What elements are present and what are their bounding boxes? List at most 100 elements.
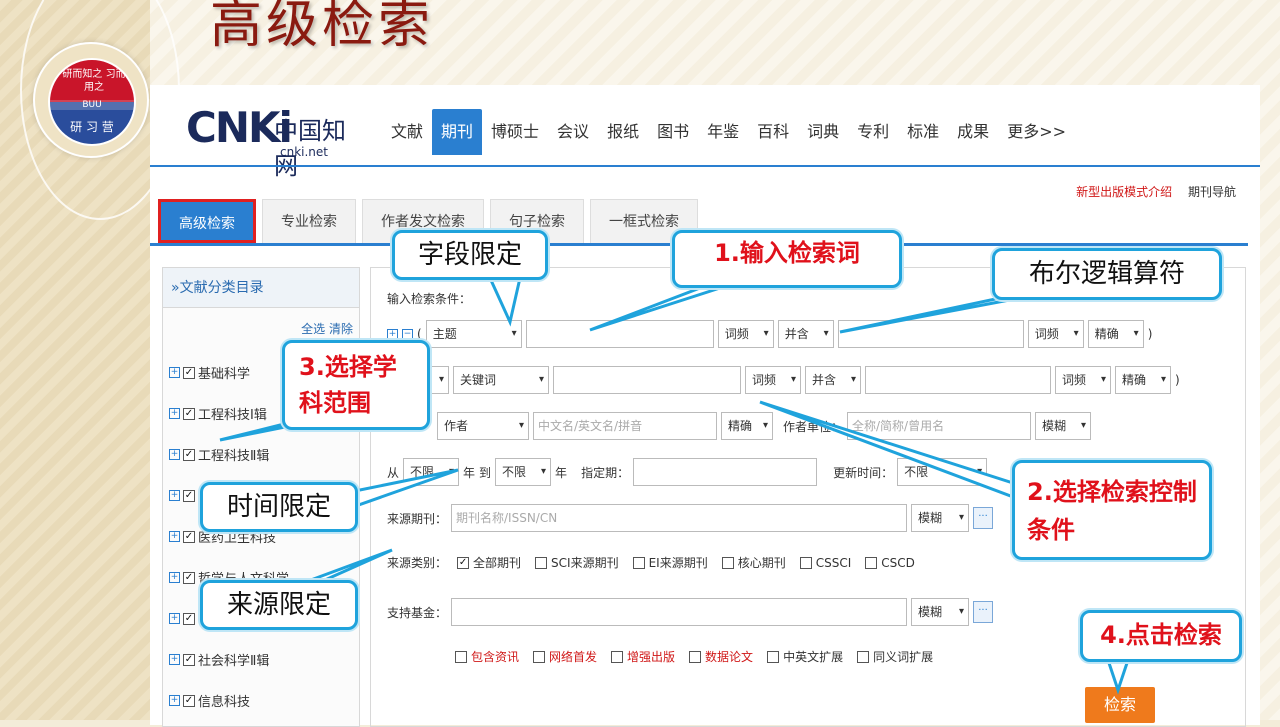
checkbox-synonym-extend[interactable]: 同义词扩展 xyxy=(857,648,933,665)
checkbox-checked[interactable]: ✓ xyxy=(183,530,195,543)
author-field-select[interactable]: 作者 xyxy=(437,412,529,440)
checkbox-unchecked[interactable] xyxy=(533,650,546,663)
expand-icon[interactable]: + xyxy=(169,695,180,706)
list-item[interactable]: + ✓ 基础科学 xyxy=(169,352,289,393)
freq-select-2a[interactable]: 词频 xyxy=(745,366,801,394)
nav-item-baozhi[interactable]: 报纸 xyxy=(598,109,648,155)
checkbox-checked[interactable]: ✓ xyxy=(183,407,195,420)
expand-icon[interactable]: + xyxy=(169,531,180,542)
term-input-2a[interactable] xyxy=(553,366,741,394)
list-item[interactable]: + ✓ 工程科技Ⅱ辑 xyxy=(169,434,289,475)
more-options-icon[interactable]: ··· xyxy=(973,507,994,529)
checkbox-core[interactable]: 核心期刊 xyxy=(721,554,786,571)
author-input[interactable]: 中文名/英文名/拼音 xyxy=(533,412,717,440)
link-new-publishing[interactable]: 新型出版模式介绍 xyxy=(1076,185,1172,199)
source-match-select[interactable]: 模糊 xyxy=(911,504,970,532)
checkbox-unchecked[interactable] xyxy=(689,650,702,663)
checkbox-unchecked[interactable] xyxy=(721,556,734,569)
tab-professional-search[interactable]: 专业检索 xyxy=(262,199,356,243)
clear-link[interactable]: 清除 xyxy=(329,322,353,336)
nav-item-wenxian[interactable]: 文献 xyxy=(382,109,432,155)
checkbox-checked[interactable]: ✓ xyxy=(183,612,195,625)
checkbox-unchecked[interactable] xyxy=(632,556,645,569)
checkbox-unchecked[interactable] xyxy=(857,650,870,663)
field-select-1[interactable]: 主题 xyxy=(425,320,522,348)
link-journal-nav[interactable]: 期刊导航 xyxy=(1188,185,1236,199)
author-match-select[interactable]: 精确 xyxy=(721,412,773,440)
match-select-1[interactable]: 精确 xyxy=(1087,320,1144,348)
term-input-2b[interactable] xyxy=(865,366,1051,394)
nav-item-qikan[interactable]: 期刊 xyxy=(432,109,483,155)
specify-period-input[interactable] xyxy=(633,458,818,486)
checkbox-sci[interactable]: SCI来源期刊 xyxy=(535,554,619,571)
nav-item-cidian[interactable]: 词典 xyxy=(798,109,848,155)
term-input-1b[interactable] xyxy=(837,320,1024,348)
checkbox-cssci[interactable]: CSSCI xyxy=(799,556,851,570)
checkbox-cscd[interactable]: CSCD xyxy=(865,556,915,570)
checkbox-checked[interactable]: ✓ xyxy=(183,448,195,461)
search-button[interactable]: 检索 xyxy=(1085,687,1155,723)
nav-item-chengguo[interactable]: 成果 xyxy=(948,109,998,155)
category-label: 信息科技 xyxy=(198,695,251,710)
unit-input[interactable]: 全称/简称/曾用名 xyxy=(847,412,1032,440)
nav-item-zhuanli[interactable]: 专利 xyxy=(848,109,898,155)
op-select-2[interactable]: 并含 xyxy=(805,366,861,394)
nav-item-biaozhun[interactable]: 标准 xyxy=(898,109,948,155)
nav-item-nianjian[interactable]: 年鉴 xyxy=(698,109,748,155)
add-row-icon[interactable]: + xyxy=(387,328,398,340)
checkbox-news[interactable]: 包含资讯 xyxy=(455,648,519,665)
freq-select-1a[interactable]: 词频 xyxy=(717,320,774,348)
field-select-2[interactable]: 关键词 xyxy=(453,366,549,394)
nav-item-baike[interactable]: 百科 xyxy=(748,109,798,155)
expand-icon[interactable]: + xyxy=(169,408,180,419)
expand-icon[interactable]: + xyxy=(169,367,180,378)
cnki-logo[interactable]: CNKi 中国知网 cnki.net xyxy=(168,97,368,180)
fund-input[interactable] xyxy=(451,598,908,626)
checkbox-unchecked[interactable] xyxy=(611,650,624,663)
update-select[interactable]: 不限 xyxy=(897,458,988,486)
checkbox-unchecked[interactable] xyxy=(799,556,812,569)
checkbox-checked[interactable]: ✓ xyxy=(183,694,195,707)
list-item[interactable]: + ✓ 社会科学Ⅱ辑 xyxy=(169,639,289,680)
unit-match-select[interactable]: 模糊 xyxy=(1035,412,1092,440)
checkbox-data-paper[interactable]: 数据论文 xyxy=(689,648,753,665)
checkbox-checked[interactable]: ✓ xyxy=(183,571,195,584)
freq-select-2b[interactable]: 词频 xyxy=(1055,366,1111,394)
expand-icon[interactable]: + xyxy=(169,572,180,583)
checkbox-cn-en-extend[interactable]: 中英文扩展 xyxy=(767,648,843,665)
nav-item-boshuoshi[interactable]: 博硕士 xyxy=(482,109,548,155)
tab-advanced-search[interactable]: 高级检索 xyxy=(158,199,256,243)
nav-item-huiyi[interactable]: 会议 xyxy=(548,109,598,155)
expand-icon[interactable]: + xyxy=(169,613,180,624)
term-input-1a[interactable] xyxy=(525,320,714,348)
list-item[interactable]: + ✓ 工程科技Ⅰ辑 xyxy=(169,393,289,434)
checkbox-unchecked[interactable] xyxy=(455,650,467,663)
checkbox-unchecked[interactable] xyxy=(767,650,780,663)
nav-item-more[interactable]: 更多>> xyxy=(998,109,1075,155)
checkbox-checked[interactable]: ✓ xyxy=(457,556,470,569)
op-select-1[interactable]: 并含 xyxy=(777,320,834,348)
expand-icon[interactable]: + xyxy=(169,654,180,665)
remove-row-icon[interactable]: − xyxy=(402,328,413,340)
checkbox-unchecked[interactable] xyxy=(865,556,878,569)
list-item[interactable]: + ✓ 信息科技 xyxy=(169,680,289,721)
to-year-select[interactable]: 不限 xyxy=(495,458,552,486)
select-all-link[interactable]: 全选 xyxy=(301,322,325,336)
more-options-icon[interactable]: ··· xyxy=(973,601,994,623)
checkbox-checked[interactable]: ✓ xyxy=(183,653,195,666)
source-journal-input[interactable]: 期刊名称/ISSN/CN xyxy=(451,504,908,532)
fund-match-select[interactable]: 模糊 xyxy=(911,598,970,626)
checkbox-checked[interactable]: ✓ xyxy=(183,489,195,502)
checkbox-enhanced[interactable]: 增强出版 xyxy=(611,648,675,665)
checkbox-online-first[interactable]: 网络首发 xyxy=(533,648,597,665)
checkbox-unchecked[interactable] xyxy=(535,556,548,569)
checkbox-checked[interactable]: ✓ xyxy=(183,366,195,379)
freq-select-1b[interactable]: 词频 xyxy=(1027,320,1084,348)
expand-icon[interactable]: + xyxy=(169,490,180,501)
checkbox-ei[interactable]: EI来源期刊 xyxy=(632,554,708,571)
match-select-2[interactable]: 精确 xyxy=(1115,366,1171,394)
checkbox-all-journals[interactable]: ✓ 全部期刊 xyxy=(457,554,521,571)
expand-icon[interactable]: + xyxy=(169,449,180,460)
from-year-select[interactable]: 不限 xyxy=(403,458,460,486)
nav-item-tushu[interactable]: 图书 xyxy=(648,109,698,155)
